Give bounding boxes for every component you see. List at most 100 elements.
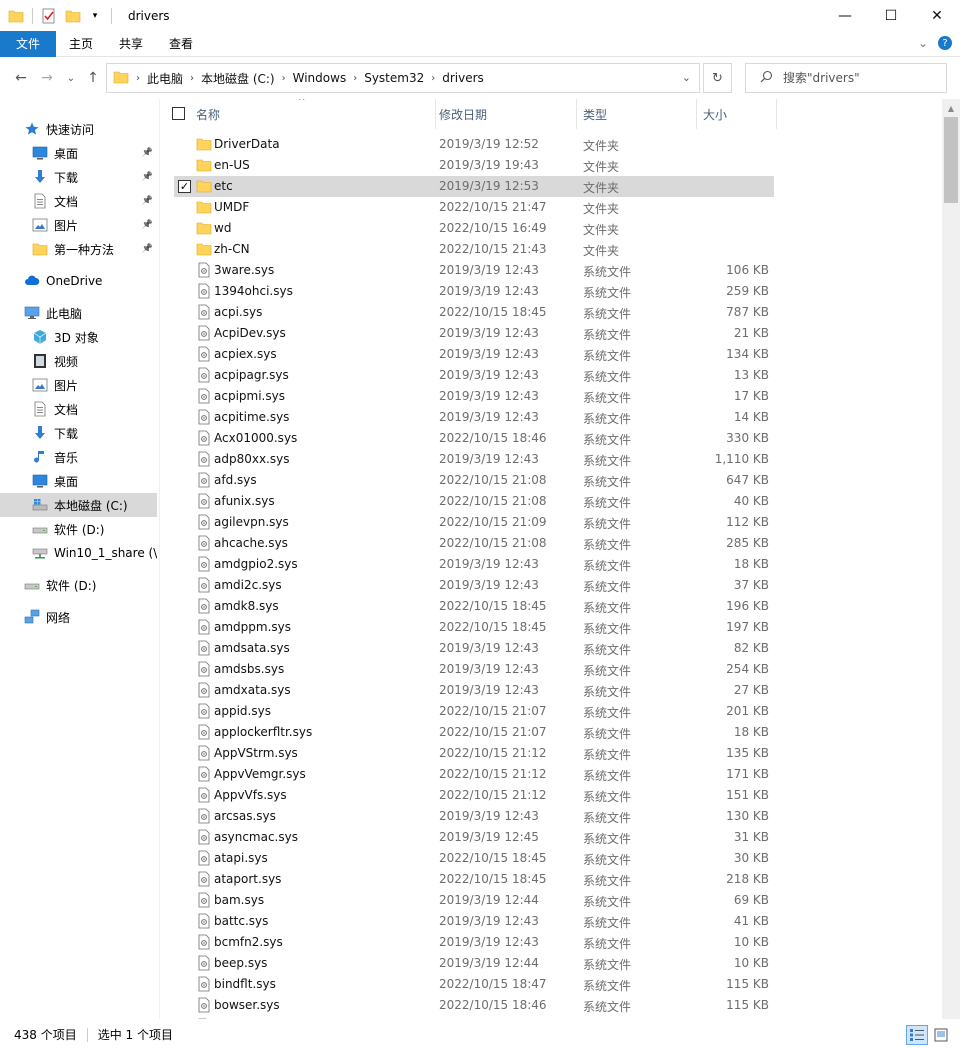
tab-file[interactable]: 文件	[0, 30, 56, 57]
sidebar-item[interactable]: 图片	[0, 373, 157, 397]
file-row[interactable]: amdgpio2.sys 2019/3/19 12:43 系统文件 18 KB	[174, 554, 774, 575]
sidebar-item[interactable]: 桌面 📌	[0, 141, 157, 165]
file-row[interactable]: acpitime.sys 2019/3/19 12:43 系统文件 14 KB	[174, 407, 774, 428]
scroll-up-icon[interactable]: ▲	[942, 101, 960, 115]
file-row[interactable]: acpiex.sys 2019/3/19 12:43 系统文件 134 KB	[174, 344, 774, 365]
file-row[interactable]: bcmfn2.sys 2019/3/19 12:43 系统文件 10 KB	[174, 932, 774, 953]
breadcrumb-system32[interactable]: System32	[364, 71, 424, 85]
file-row[interactable]: arcsas.sys 2019/3/19 12:43 系统文件 130 KB	[174, 806, 774, 827]
up-button[interactable]: ↑	[84, 69, 102, 87]
scrollbar-thumb[interactable]	[944, 117, 958, 203]
file-row[interactable]: amdi2c.sys 2019/3/19 12:43 系统文件 37 KB	[174, 575, 774, 596]
sidebar-item[interactable]: 3D 对象	[0, 325, 157, 349]
large-icons-view-icon[interactable]	[930, 1025, 952, 1045]
file-row[interactable]: 3ware.sys 2019/3/19 12:43 系统文件 106 KB	[174, 260, 774, 281]
properties-icon[interactable]	[41, 8, 57, 24]
file-row[interactable]: Acx01000.sys 2022/10/15 18:46 系统文件 330 KB	[174, 428, 774, 449]
breadcrumb-drivers[interactable]: drivers	[442, 71, 484, 85]
file-row[interactable]: atapi.sys 2022/10/15 18:45 系统文件 30 KB	[174, 848, 774, 869]
file-row[interactable]: AppvVemgr.sys 2022/10/15 21:12 系统文件 171 KB	[174, 764, 774, 785]
file-row[interactable]: asyncmac.sys 2019/3/19 12:45 系统文件 31 KB	[174, 827, 774, 848]
pin-icon[interactable]: 📌	[142, 148, 153, 158]
sidebar-item[interactable]: 此电脑	[0, 301, 157, 325]
sidebar-item[interactable]: 软件 (D:)	[0, 517, 157, 541]
sidebar-item[interactable]: 软件 (D:)	[0, 573, 157, 597]
sidebar-item[interactable]: 快速访问	[0, 117, 157, 141]
maximize-button[interactable]: ☐	[868, 0, 914, 31]
pin-icon[interactable]: 📌	[142, 196, 153, 206]
sidebar-item[interactable]: 文档 📌	[0, 189, 157, 213]
forward-button[interactable]: →	[38, 69, 56, 87]
sidebar-item[interactable]: 音乐	[0, 445, 157, 469]
file-row[interactable]: amdxata.sys 2019/3/19 12:43 系统文件 27 KB	[174, 680, 774, 701]
file-row[interactable]: amdppm.sys 2022/10/15 18:45 系统文件 197 KB	[174, 617, 774, 638]
folder-row[interactable]: ✓ etc 2019/3/19 12:53 文件夹	[174, 176, 774, 197]
pin-icon[interactable]: 📌	[142, 220, 153, 230]
file-row[interactable]: applockerfltr.sys 2022/10/15 21:07 系统文件 18 …	[174, 722, 774, 743]
tab-share[interactable]: 共享	[106, 31, 156, 57]
chevron-right-icon[interactable]: ›	[282, 73, 286, 84]
chevron-right-icon[interactable]: ›	[353, 73, 357, 84]
address-bar[interactable]: › 此电脑 › 本地磁盘 (C:) › Windows › System32 ›…	[106, 63, 700, 93]
file-row[interactable]: 1394ohci.sys 2019/3/19 12:43 系统文件 259 KB	[174, 281, 774, 302]
search-box[interactable]	[745, 63, 947, 93]
file-row[interactable]: adp80xx.sys 2019/3/19 12:43 系统文件 1,110 KB	[174, 449, 774, 470]
file-row[interactable]: AcpiDev.sys 2019/3/19 12:43 系统文件 21 KB	[174, 323, 774, 344]
sidebar-item[interactable]: Win10_1_share (\\	[0, 541, 157, 565]
sidebar-item[interactable]: 网络	[0, 605, 157, 629]
file-row[interactable]: ataport.sys 2022/10/15 18:45 系统文件 218 KB	[174, 869, 774, 890]
column-header-name[interactable]: 名称	[190, 99, 436, 129]
file-row[interactable]: bindflt.sys 2022/10/15 18:47 系统文件 115 KB	[174, 974, 774, 995]
file-row[interactable]: afd.sys 2022/10/15 21:08 系统文件 647 KB	[174, 470, 774, 491]
chevron-right-icon[interactable]: ›	[136, 73, 140, 84]
file-row[interactable]: AppvVfs.sys 2022/10/15 21:12 系统文件 151 KB	[174, 785, 774, 806]
file-row[interactable]: afunix.sys 2022/10/15 21:08 系统文件 40 KB	[174, 491, 774, 512]
pin-icon[interactable]: 📌	[142, 244, 153, 254]
file-row[interactable]: amdk8.sys 2022/10/15 18:45 系统文件 196 KB	[174, 596, 774, 617]
back-button[interactable]: ←	[12, 69, 30, 87]
sidebar-item[interactable]: 下载 📌	[0, 165, 157, 189]
file-row[interactable]: acpi.sys 2022/10/15 18:45 系统文件 787 KB	[174, 302, 774, 323]
file-row[interactable]: ahcache.sys 2022/10/15 21:08 系统文件 285 KB	[174, 533, 774, 554]
column-header-size[interactable]: 大小	[697, 99, 777, 129]
file-row[interactable]: amdsbs.sys 2019/3/19 12:43 系统文件 254 KB	[174, 659, 774, 680]
file-row[interactable]: acpipagr.sys 2019/3/19 12:43 系统文件 13 KB	[174, 365, 774, 386]
folder-row[interactable]: wd 2022/10/15 16:49 文件夹	[174, 218, 774, 239]
sidebar-item[interactable]: 下载	[0, 421, 157, 445]
file-row[interactable]: agilevpn.sys 2022/10/15 21:09 系统文件 112 KB	[174, 512, 774, 533]
file-row[interactable]: appid.sys 2022/10/15 21:07 系统文件 201 KB	[174, 701, 774, 722]
sidebar-item[interactable]: 本地磁盘 (C:)	[0, 493, 157, 517]
sidebar-item[interactable]: 图片 📌	[0, 213, 157, 237]
breadcrumb-windows[interactable]: Windows	[293, 71, 347, 85]
close-button[interactable]: ✕	[914, 0, 960, 31]
sidebar-item[interactable]: 视频	[0, 349, 157, 373]
folder-row[interactable]: zh-CN 2022/10/15 21:43 文件夹	[174, 239, 774, 260]
sidebar-item[interactable]: 桌面	[0, 469, 157, 493]
file-row[interactable]: AppVStrm.sys 2022/10/15 21:12 系统文件 135 KB	[174, 743, 774, 764]
customize-toolbar-icon[interactable]: ▾	[87, 8, 103, 24]
refresh-button[interactable]: ↻	[703, 63, 732, 93]
file-row[interactable]: bowser.sys 2022/10/15 18:46 系统文件 115 KB	[174, 995, 774, 1016]
folder-row[interactable]: en-US 2019/3/19 19:43 文件夹	[174, 155, 774, 176]
chevron-right-icon[interactable]: ›	[190, 73, 194, 84]
details-view-icon[interactable]	[906, 1025, 928, 1045]
file-row[interactable]: amdsata.sys 2019/3/19 12:43 系统文件 82 KB	[174, 638, 774, 659]
file-row[interactable]: beep.sys 2019/3/19 12:44 系统文件 10 KB	[174, 953, 774, 974]
column-header-type[interactable]: 类型	[577, 99, 697, 129]
sidebar-item[interactable]: 第一种方法 📌	[0, 237, 157, 261]
file-row[interactable]: battc.sys 2019/3/19 12:43 系统文件 41 KB	[174, 911, 774, 932]
recent-locations-button[interactable]: ⌄	[62, 69, 80, 87]
address-history-dropdown[interactable]: ⌄	[682, 71, 691, 84]
new-folder-icon[interactable]	[65, 8, 81, 24]
tab-home[interactable]: 主页	[56, 31, 106, 57]
file-row[interactable]: acpipmi.sys 2019/3/19 12:43 系统文件 17 KB	[174, 386, 774, 407]
folder-row[interactable]: UMDF 2022/10/15 21:47 文件夹	[174, 197, 774, 218]
select-all-checkbox[interactable]	[172, 107, 185, 120]
row-checkbox[interactable]: ✓	[178, 180, 191, 193]
sidebar-item[interactable]: 文档	[0, 397, 157, 421]
breadcrumb-this-pc[interactable]: 此电脑	[147, 70, 183, 87]
file-row[interactable]: bam.sys 2019/3/19 12:44 系统文件 69 KB	[174, 890, 774, 911]
vertical-scrollbar[interactable]: ▲	[942, 99, 960, 1019]
minimize-button[interactable]: —	[822, 0, 868, 31]
tab-view[interactable]: 查看	[156, 31, 206, 57]
